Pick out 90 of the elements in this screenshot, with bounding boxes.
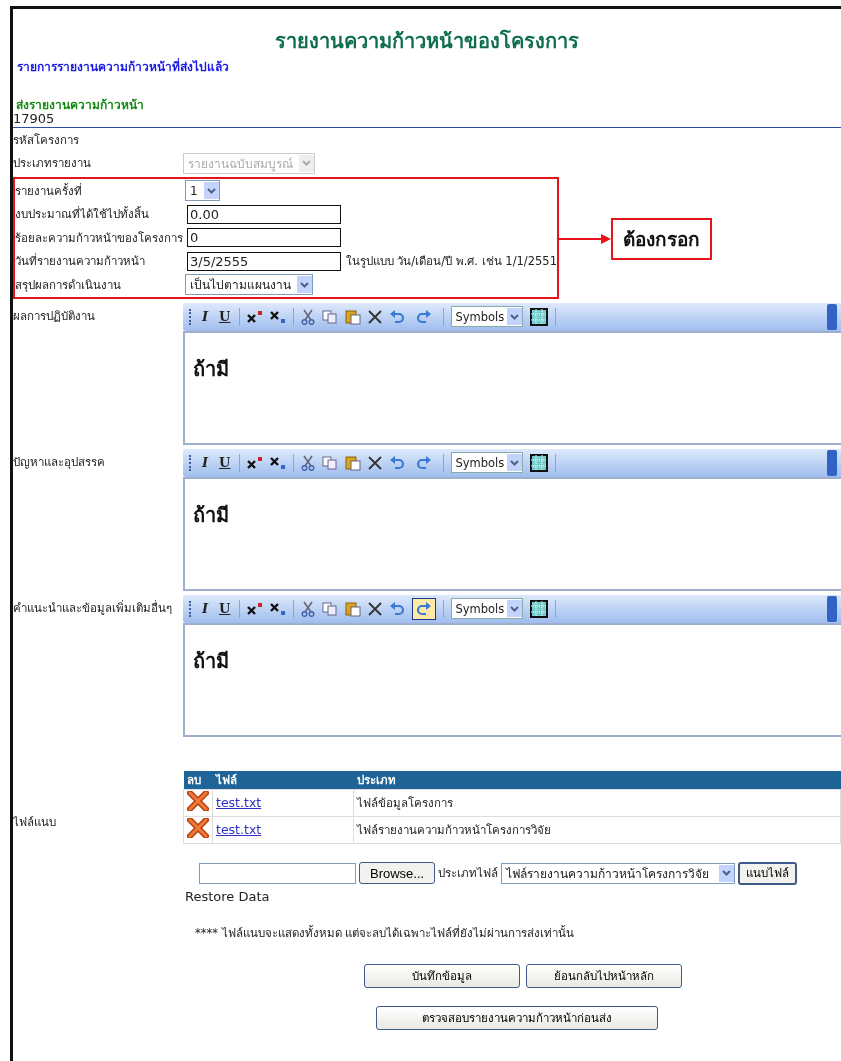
check-report-button[interactable]: ตรวจสอบรายงานความก้าวหน้าก่อนส่ง: [376, 1005, 658, 1030]
dropdown[interactable]: เป็นไปตามแผนงาน: [185, 274, 313, 296]
action-button[interactable]: ย้อนกลับไปหน้าหลัก: [526, 963, 682, 988]
grip-icon: [189, 454, 193, 471]
undo-icon[interactable]: [389, 309, 406, 324]
underline-button[interactable]: U: [217, 455, 233, 470]
field-label: งบประมาณที่ได้ใช้ไปทั้งสิ้น: [15, 205, 150, 224]
file-link[interactable]: test.txt: [216, 822, 262, 837]
italic-button[interactable]: I: [200, 455, 211, 470]
symbols-dropdown[interactable]: Symbols: [451, 598, 524, 619]
field-label: วันที่รายงานความก้าวหน้า: [15, 252, 146, 271]
column-header: ไฟล์: [212, 770, 354, 789]
copy-icon[interactable]: [322, 601, 339, 616]
field-label: ประเภทรายงาน: [13, 155, 92, 173]
required-callout: ต้องกรอก: [611, 218, 712, 260]
field-label: สรุปผลการดำเนินงาน: [15, 276, 122, 294]
underline-button[interactable]: U: [217, 309, 233, 324]
field-label: รายงานครั้งที่: [15, 182, 83, 200]
input-field[interactable]: 0: [187, 228, 341, 248]
file-link[interactable]: test.txt: [216, 795, 262, 810]
editor-text: ถ้ามี: [193, 648, 229, 673]
subscript-icon[interactable]: [270, 601, 287, 616]
undo-icon[interactable]: [389, 455, 406, 470]
column-header: ประเภท: [353, 770, 841, 789]
delete-icon[interactable]: [368, 309, 383, 324]
editor-area[interactable]: ถ้ามี: [183, 476, 841, 591]
table-cell: ไฟล์ข้อมูลโครงการ: [353, 789, 841, 816]
redo-button[interactable]: [412, 597, 437, 620]
superscript-icon[interactable]: [247, 601, 264, 616]
superscript-icon[interactable]: [247, 309, 264, 324]
browse-button[interactable]: Browse...: [359, 862, 436, 884]
table-icon[interactable]: [530, 307, 549, 326]
scissors-icon[interactable]: [301, 454, 316, 471]
file-path-field[interactable]: [199, 862, 356, 884]
sent-reports-link[interactable]: รายการรายงานความก้าวหน้าที่ส่งไปแล้ว: [17, 60, 229, 74]
file-type-label: ประเภทไฟล์: [438, 865, 499, 882]
italic-button[interactable]: I: [200, 309, 211, 324]
redo-icon: [416, 309, 433, 324]
project-id: 17905: [13, 111, 841, 128]
grip-icon: [189, 308, 193, 325]
table-icon[interactable]: [530, 599, 549, 618]
dropdown[interactable]: 1: [185, 180, 220, 202]
attach-file-button[interactable]: แนบไฟล์: [738, 861, 798, 885]
paste-icon[interactable]: [345, 454, 362, 471]
delete-icon[interactable]: [368, 455, 383, 470]
action-button[interactable]: บันทึกข้อมูล: [364, 963, 520, 988]
redo-icon: [416, 601, 433, 616]
toolbar-overflow-icon[interactable]: [827, 449, 837, 476]
editor-text: ถ้ามี: [193, 502, 229, 527]
toolbar-overflow-icon[interactable]: [827, 595, 837, 622]
column-header: ลบ: [183, 770, 213, 789]
redo-icon: [416, 455, 433, 470]
symbols-dropdown[interactable]: Symbols: [451, 452, 524, 473]
scissors-icon[interactable]: [301, 308, 316, 325]
underline-button[interactable]: U: [217, 601, 233, 616]
paste-icon[interactable]: [345, 308, 362, 325]
delete-icon[interactable]: [187, 791, 209, 811]
field-label: รหัสโครงการ: [13, 131, 80, 149]
subscript-icon[interactable]: [270, 309, 287, 324]
editor-text: ถ้ามี: [193, 356, 229, 381]
table-cell: ไฟล์รายงานความก้าวหน้าโครงการวิจัย: [353, 816, 841, 843]
field-label: คำแนะนำและข้อมูลเพิ่มเติมอื่นๆ: [13, 599, 173, 617]
symbols-dropdown[interactable]: Symbols: [451, 306, 524, 327]
restore-data-text: Restore Data: [185, 888, 271, 904]
toolbar-overflow-icon[interactable]: [827, 303, 837, 330]
delete-icon[interactable]: [368, 601, 383, 616]
table-icon[interactable]: [530, 453, 549, 472]
field-label: ผลการปฏิบัติงาน: [13, 307, 96, 325]
editor-area[interactable]: ถ้ามี: [183, 622, 841, 737]
copy-icon[interactable]: [322, 455, 339, 470]
grip-icon: [189, 600, 193, 617]
attachment-note: **** ไฟล์แนบจะแสดงทั้งหมด แต่จะลบได้เฉพาะไฟล์ที่ยังไม่ผ่านการส่งเท่านั้น: [195, 924, 576, 942]
field-label: ปัญหาและอุปสรรค: [13, 453, 106, 471]
section-heading: ส่งรายงานความก้าวหน้า: [15, 97, 145, 111]
copy-icon[interactable]: [322, 309, 339, 324]
delete-icon[interactable]: [187, 818, 209, 838]
page-title: รายงานความก้าวหน้าของโครงการ: [274, 28, 580, 55]
field-label: ร้อยละความก้าวหน้าของโครงการ: [15, 229, 184, 247]
input-field[interactable]: 3/5/2555: [187, 251, 341, 271]
input-field[interactable]: 0.00: [187, 204, 341, 224]
undo-icon[interactable]: [389, 601, 406, 616]
field-hint: ในรูปแบบ วัน/เดือน/ปี พ.ศ. เช่น 1/1/2551: [345, 253, 557, 271]
file-type-select[interactable]: ไฟล์รายงานความก้าวหน้าโครงการวิจัย: [501, 862, 736, 884]
scissors-icon[interactable]: [301, 600, 316, 617]
paste-icon[interactable]: [345, 600, 362, 617]
field-label: ไฟล์แนบ: [13, 814, 57, 831]
editor-area[interactable]: ถ้ามี: [183, 330, 841, 445]
superscript-icon[interactable]: [247, 455, 264, 470]
subscript-icon[interactable]: [270, 455, 287, 470]
italic-button[interactable]: I: [200, 601, 211, 616]
